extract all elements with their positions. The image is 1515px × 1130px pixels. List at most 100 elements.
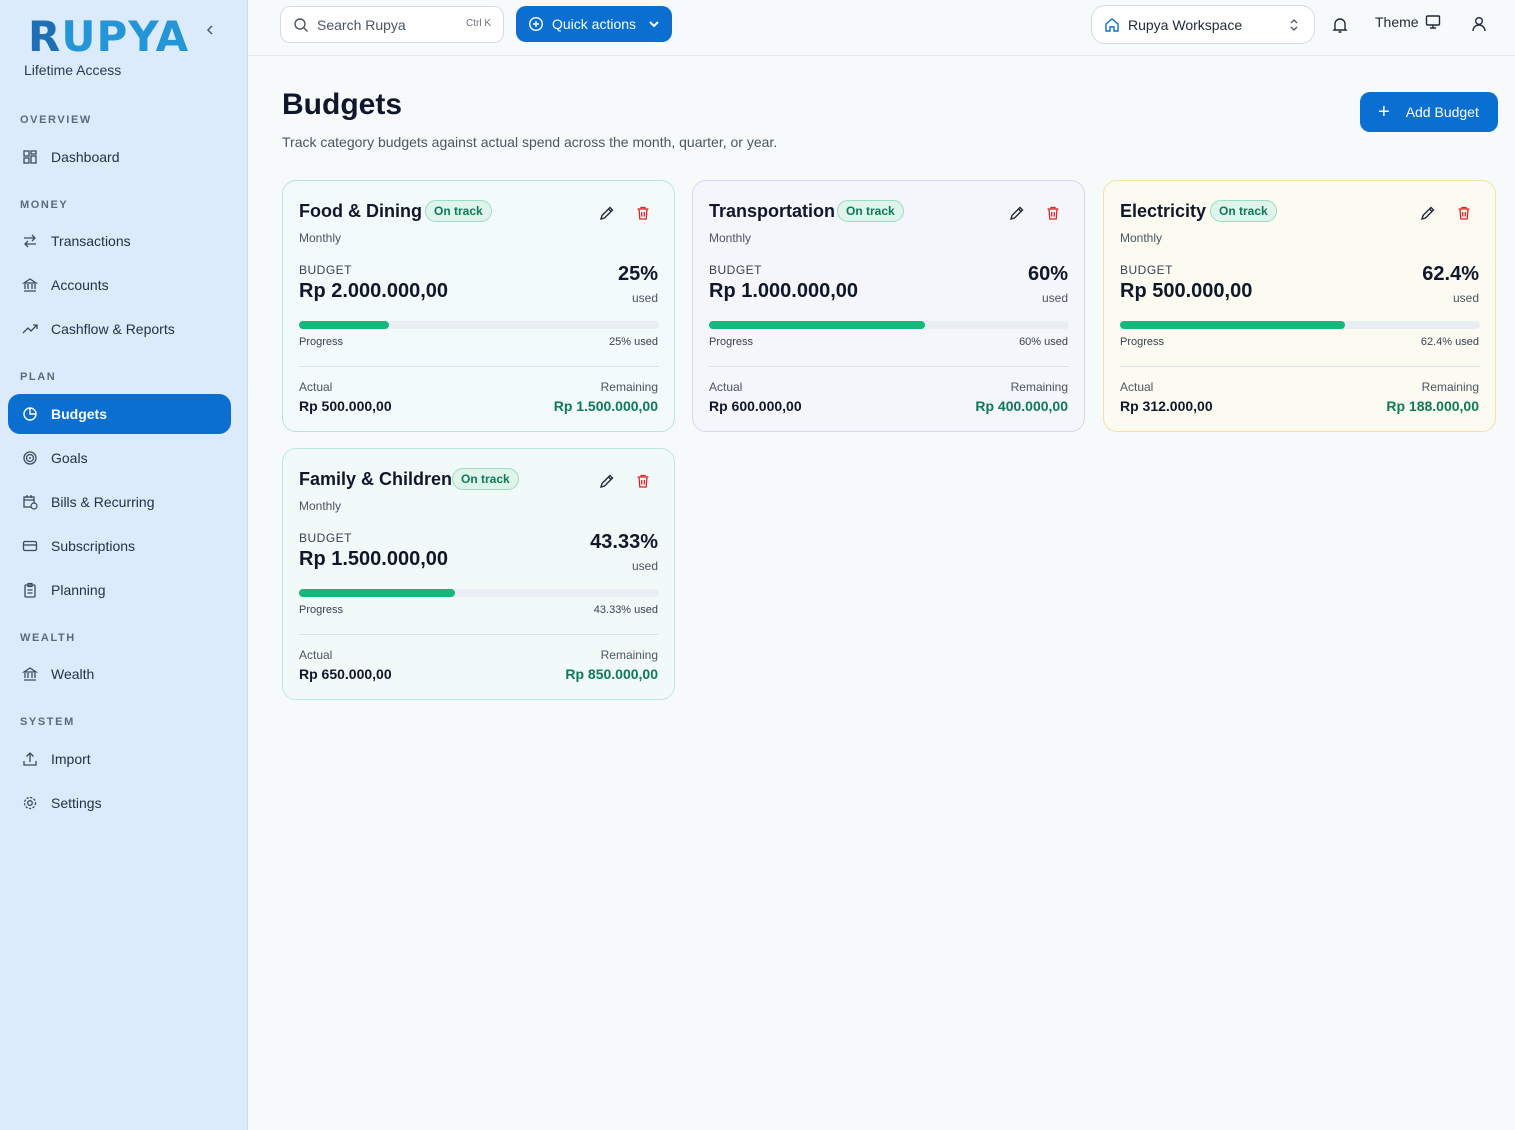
- sidebar-item-wealth[interactable]: Wealth: [8, 654, 231, 694]
- monitor-icon: [1425, 15, 1440, 29]
- theme-toggle[interactable]: Theme: [1375, 14, 1441, 30]
- topbar: Search Rupya Ctrl K Quick actions Rupya …: [248, 0, 1515, 56]
- progress-bar: [299, 321, 659, 329]
- sidebar-item-settings[interactable]: Settings: [8, 783, 231, 823]
- progress-label: Progress: [1120, 336, 1165, 348]
- budget-label: BUDGET: [1120, 263, 1174, 277]
- sidebar-item-subscriptions[interactable]: Subscriptions: [8, 526, 231, 566]
- theme-label: Theme: [1375, 14, 1419, 30]
- sidebar-item-cashflow-reports[interactable]: Cashflow & Reports: [8, 309, 231, 349]
- sidebar-item-label: Bills & Recurring: [51, 494, 155, 510]
- used-label: used: [631, 291, 658, 305]
- budget-amount: Rp 1.500.000,00: [299, 548, 448, 570]
- home-icon: [1105, 17, 1119, 32]
- sidebar-item-label: Import: [51, 751, 91, 767]
- nav-section-money: MONEY: [20, 199, 69, 211]
- actual-label: Actual: [1120, 380, 1154, 394]
- chevron-up-down-icon: [1290, 19, 1298, 31]
- actual-label: Actual: [299, 380, 333, 394]
- budget-name: Transportation: [709, 201, 836, 221]
- budget-label: BUDGET: [299, 531, 353, 545]
- workspace-name: Rupya Workspace: [1128, 16, 1243, 33]
- search-icon: [294, 17, 308, 32]
- quick-actions-label: Quick actions: [552, 16, 637, 32]
- percent-used: 62.4%: [1422, 263, 1479, 285]
- budget-amount: Rp 500.000,00: [1120, 280, 1253, 302]
- nav-section-plan: PLAN: [20, 371, 57, 383]
- budget-label: BUDGET: [299, 263, 353, 277]
- add-budget-button[interactable]: + Add Budget: [1360, 92, 1498, 132]
- gear-icon: [23, 796, 37, 810]
- progress-value: 25% used: [609, 336, 658, 348]
- brand-logo-initial: R: [28, 12, 62, 61]
- budget-amount: Rp 1.000.000,00: [709, 280, 858, 302]
- progress-value: 60% used: [1019, 336, 1068, 348]
- budget-amount: Rp 2.000.000,00: [299, 280, 448, 302]
- budget-period: Monthly: [299, 231, 342, 245]
- remaining-label: Remaining: [1010, 380, 1068, 394]
- trash-icon[interactable]: [1456, 205, 1472, 221]
- progress-fill: [709, 321, 925, 329]
- nav-section-overview: OVERVIEW: [20, 114, 92, 126]
- pencil-icon[interactable]: [599, 473, 615, 489]
- percent-used: 25%: [617, 263, 658, 285]
- budget-name: Electricity: [1120, 201, 1207, 221]
- used-label: used: [1041, 291, 1068, 305]
- actual-label: Actual: [709, 380, 743, 394]
- progress-label: Progress: [709, 336, 754, 348]
- sidebar-item-label: Cashflow & Reports: [51, 321, 175, 337]
- sidebar-item-goals[interactable]: Goals: [8, 438, 231, 478]
- progress-label: Progress: [299, 336, 344, 348]
- pie-chart-icon: [23, 407, 37, 421]
- credit-card-icon: [22, 540, 38, 552]
- pencil-icon[interactable]: [1420, 205, 1436, 221]
- sidebar-item-planning[interactable]: Planning: [8, 570, 231, 610]
- search-placeholder: Search Rupya: [317, 16, 406, 33]
- sidebar-item-import[interactable]: Import: [8, 739, 231, 779]
- sidebar-item-label: Wealth: [51, 666, 95, 682]
- sidebar-item-bills-recurring[interactable]: Bills & Recurring: [8, 482, 231, 522]
- sidebar-item-transactions[interactable]: Transactions: [8, 221, 231, 261]
- calendar-clock-icon: [23, 495, 38, 510]
- remaining-label: Remaining: [1421, 380, 1479, 394]
- bank-icon: [22, 278, 38, 292]
- search-input[interactable]: Search Rupya Ctrl K: [280, 6, 504, 43]
- bell-icon[interactable]: [1331, 16, 1349, 34]
- trash-icon[interactable]: [635, 205, 651, 221]
- collapse-sidebar-button[interactable]: [200, 22, 220, 42]
- sidebar-item-label: Goals: [51, 450, 88, 466]
- sidebar-item-dashboard[interactable]: Dashboard: [8, 137, 231, 177]
- workspace-switcher[interactable]: Rupya Workspace: [1091, 5, 1315, 44]
- status-badge: On track: [425, 200, 492, 222]
- chevron-down-icon: [649, 21, 659, 28]
- progress-bar: [299, 589, 659, 597]
- sidebar: RUPYA Lifetime Access OVERVIEW Dashboard…: [0, 0, 248, 1130]
- brand-logo[interactable]: RUPYA: [28, 12, 189, 61]
- remaining-label: Remaining: [600, 380, 658, 394]
- trash-icon[interactable]: [1045, 205, 1061, 221]
- progress-fill: [299, 321, 389, 329]
- percent-used: 60%: [1027, 263, 1068, 285]
- search-shortcut: Ctrl K: [466, 18, 491, 29]
- quick-actions-button[interactable]: Quick actions: [516, 6, 672, 42]
- nav-section-system: SYSTEM: [20, 716, 75, 728]
- target-icon: [23, 451, 37, 465]
- upload-icon: [23, 752, 37, 766]
- pencil-icon[interactable]: [1009, 205, 1025, 221]
- brand: RUPYA Lifetime Access: [24, 12, 224, 82]
- remaining-amount: Rp 850.000,00: [565, 666, 658, 682]
- chevron-left-icon: [206, 25, 213, 35]
- pencil-icon[interactable]: [599, 205, 615, 221]
- remaining-amount: Rp 1.500.000,00: [553, 398, 658, 414]
- actual-label: Actual: [299, 648, 333, 662]
- sidebar-item-label: Dashboard: [51, 149, 120, 165]
- trash-icon[interactable]: [635, 473, 651, 489]
- sidebar-item-accounts[interactable]: Accounts: [8, 265, 231, 305]
- plus-icon: +: [1378, 101, 1390, 123]
- page-subtitle: Track category budgets against actual sp…: [282, 134, 778, 150]
- progress-value: 62.4% used: [1420, 336, 1479, 348]
- budget-card: Electricity On track Monthly BUDGET Rp 5…: [1103, 180, 1496, 432]
- actual-amount: Rp 312.000,00: [1120, 398, 1213, 414]
- sidebar-item-budgets[interactable]: Budgets: [8, 394, 231, 434]
- user-icon[interactable]: [1470, 15, 1488, 33]
